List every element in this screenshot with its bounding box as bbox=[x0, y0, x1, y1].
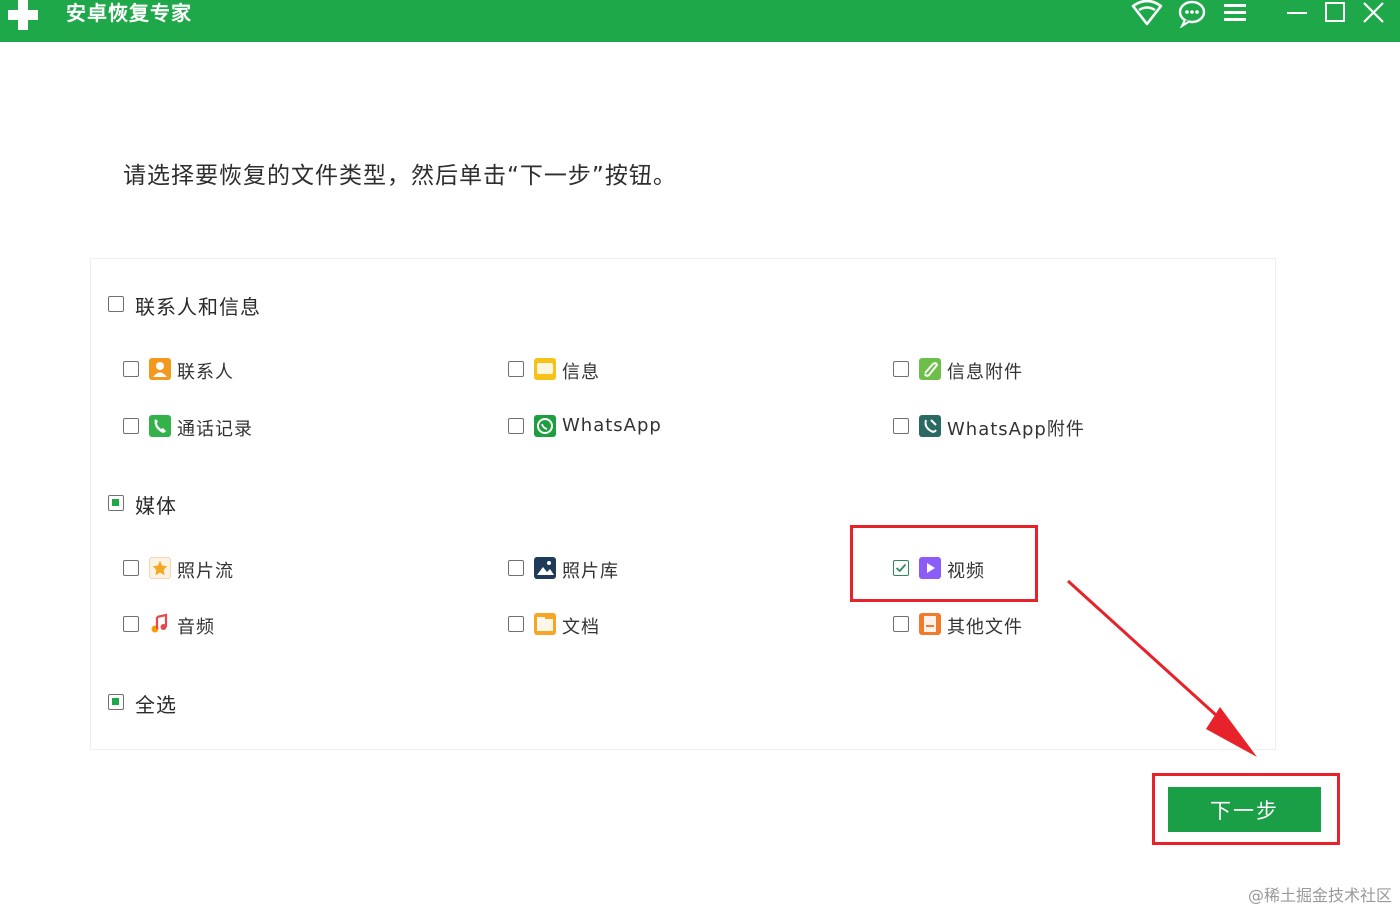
audio-icon bbox=[149, 613, 171, 635]
contacts-checkbox[interactable] bbox=[123, 361, 139, 377]
audio-checkbox[interactable] bbox=[123, 616, 139, 632]
document-icon bbox=[534, 613, 556, 635]
video-highlight-box bbox=[850, 525, 1038, 602]
audio-label: 音频 bbox=[177, 617, 215, 638]
call-log-icon bbox=[149, 415, 171, 437]
group-media-checkbox[interactable] bbox=[108, 495, 124, 511]
other-files-checkbox[interactable] bbox=[893, 616, 909, 632]
select-all-label: 全选 bbox=[135, 693, 177, 717]
messages-checkbox[interactable] bbox=[508, 361, 524, 377]
group-contacts-messages-label: 联系人和信息 bbox=[135, 295, 261, 319]
menu-icon[interactable] bbox=[1222, 0, 1250, 28]
contacts-icon bbox=[149, 358, 171, 380]
whatsapp-checkbox[interactable] bbox=[508, 418, 524, 434]
app-title: 安卓恢复专家 bbox=[66, 1, 192, 25]
message-attachments-label: 信息附件 bbox=[947, 362, 1023, 383]
whatsapp-attachments-checkbox[interactable] bbox=[893, 418, 909, 434]
chat-icon[interactable] bbox=[1176, 0, 1208, 28]
whatsapp-attachment-icon bbox=[919, 415, 941, 437]
next-button[interactable]: 下一步 bbox=[1168, 787, 1321, 832]
contacts-label: 联系人 bbox=[177, 362, 234, 383]
app-logo-icon bbox=[8, 0, 38, 30]
message-attachments-checkbox[interactable] bbox=[893, 361, 909, 377]
photo-stream-label: 照片流 bbox=[177, 561, 234, 582]
arrow-annotation bbox=[1066, 579, 1257, 757]
select-all-checkbox[interactable] bbox=[108, 694, 124, 710]
whatsapp-icon bbox=[534, 415, 556, 437]
documents-label: 文档 bbox=[562, 617, 600, 638]
close-icon[interactable] bbox=[1360, 0, 1388, 28]
messages-label: 信息 bbox=[562, 362, 600, 383]
call-log-checkbox[interactable] bbox=[123, 418, 139, 434]
wifi-icon[interactable] bbox=[1131, 0, 1163, 28]
photo-stream-checkbox[interactable] bbox=[123, 560, 139, 576]
photo-library-checkbox[interactable] bbox=[508, 560, 524, 576]
instruction-text: 请选择要恢复的文件类型，然后单击“下一步”按钮。 bbox=[123, 163, 677, 189]
photo-stream-icon bbox=[149, 557, 171, 579]
messages-icon bbox=[534, 358, 556, 380]
group-contacts-messages-checkbox[interactable] bbox=[108, 296, 124, 312]
message-attachment-icon bbox=[919, 358, 941, 380]
minimize-icon[interactable] bbox=[1284, 0, 1310, 28]
whatsapp-attachments-label: WhatsApp附件 bbox=[947, 419, 1085, 440]
watermark: @稀土掘金技术社区 bbox=[1247, 886, 1392, 905]
title-bar: 安卓恢复专家 bbox=[0, 0, 1400, 42]
maximize-icon[interactable] bbox=[1322, 0, 1348, 28]
photo-library-label: 照片库 bbox=[562, 561, 619, 582]
other-files-label: 其他文件 bbox=[947, 617, 1023, 638]
other-files-icon bbox=[919, 613, 941, 635]
call-log-label: 通话记录 bbox=[177, 419, 253, 440]
whatsapp-label: WhatsApp bbox=[562, 415, 662, 436]
documents-checkbox[interactable] bbox=[508, 616, 524, 632]
photo-library-icon bbox=[534, 557, 556, 579]
group-media-label: 媒体 bbox=[135, 494, 177, 518]
